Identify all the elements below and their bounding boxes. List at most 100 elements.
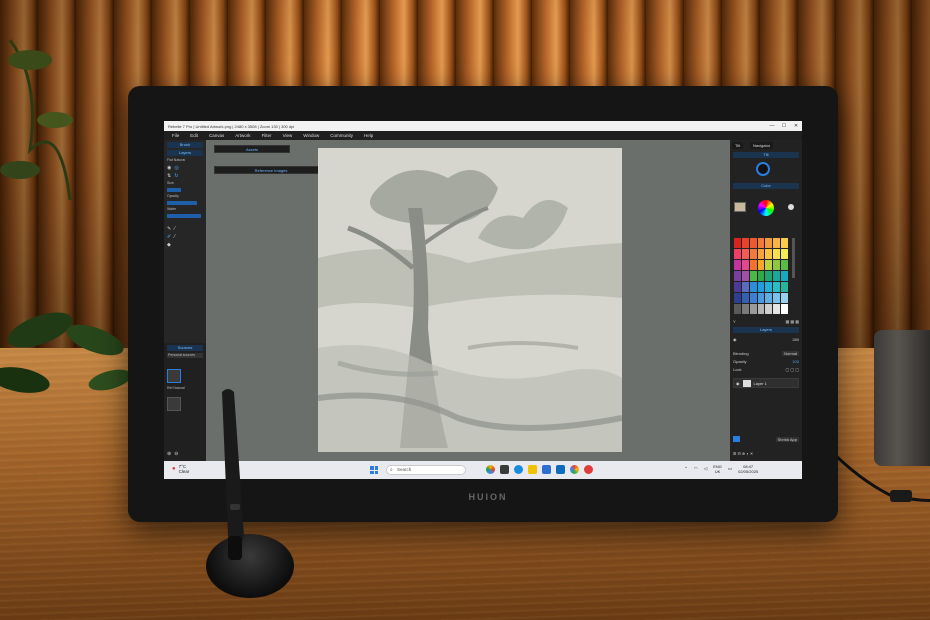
tab-sources[interactable]: Sources — [167, 345, 203, 351]
palette-swatch[interactable] — [773, 249, 781, 259]
blending-select[interactable]: Normal — [782, 350, 799, 356]
swap-icon[interactable]: ⇅ — [167, 173, 171, 179]
palette-swatch[interactable] — [749, 271, 757, 281]
reference-images-panel[interactable]: Reference Images — [214, 166, 328, 174]
palette-swatch[interactable] — [757, 271, 765, 281]
palette-swatch[interactable] — [781, 260, 788, 270]
tab-tilt[interactable]: Tilt — [732, 142, 744, 149]
close-button[interactable]: ✕ — [790, 123, 802, 129]
paint-tool-icon[interactable]: ✐ — [167, 234, 171, 240]
lock-icons[interactable]: ▢ ▢ ▢ — [785, 367, 799, 372]
menu-help[interactable]: Help — [364, 133, 373, 138]
brush-icon[interactable]: ⁄ — [174, 226, 175, 232]
palette-swatch[interactable] — [749, 260, 757, 270]
layer-row[interactable]: ◉ Layer 1 — [733, 378, 799, 388]
palette-swatch[interactable] — [749, 304, 757, 314]
palette-swatch[interactable] — [749, 238, 757, 248]
tab-brush[interactable]: Brush — [167, 142, 203, 148]
palette-swatch[interactable] — [741, 249, 749, 259]
eye-icon[interactable]: ◉ — [167, 165, 171, 171]
palette-swatch[interactable] — [773, 293, 781, 303]
assets-panel[interactable]: Assets — [214, 145, 290, 153]
rebelle-icon[interactable] — [584, 465, 593, 474]
palette-swatch[interactable] — [773, 238, 781, 248]
palette-swatch[interactable] — [749, 282, 757, 292]
palette-swatch[interactable] — [765, 282, 773, 292]
artwork-paper[interactable] — [317, 148, 623, 452]
canvas-area[interactable]: Assets Reference Images — [206, 140, 730, 461]
palette-swatch[interactable] — [765, 249, 773, 259]
layer-actions-icons[interactable]: ⊞ ⊟ ⊕ ◐ ✕ — [733, 451, 753, 456]
source-thumbnail-2[interactable] — [167, 397, 181, 411]
palette-swatch[interactable] — [734, 282, 741, 292]
language-indicator[interactable]: ENG UK — [713, 464, 722, 474]
eraser-icon[interactable]: ◆ — [167, 242, 171, 248]
brush-preset-label[interactable]: Flat Natural — [167, 158, 203, 163]
tilt-indicator[interactable] — [756, 162, 770, 176]
palette-swatch[interactable] — [734, 260, 741, 270]
menu-view[interactable]: View — [283, 133, 293, 138]
color-wheel[interactable] — [758, 200, 774, 216]
menu-edit[interactable]: Edit — [190, 133, 198, 138]
palette-swatch[interactable] — [757, 260, 765, 270]
windows-start-icon[interactable] — [370, 466, 378, 474]
palette-swatch[interactable] — [734, 304, 741, 314]
palette-swatch[interactable] — [757, 293, 765, 303]
wifi-icon[interactable]: ◠ — [694, 466, 698, 472]
palette-swatch[interactable] — [741, 293, 749, 303]
volume-icon[interactable]: ◁ — [704, 466, 707, 472]
water-slider[interactable] — [167, 214, 201, 218]
layer-opacity-value[interactable]: 100 — [792, 359, 799, 364]
menu-community[interactable]: Community — [330, 133, 353, 138]
palette-swatch[interactable] — [734, 293, 741, 303]
rotate-icon[interactable]: ↻ — [174, 173, 178, 179]
eyedropper-icon[interactable]: Y — [733, 319, 736, 324]
weather-widget[interactable]: ● 7°C Clear — [172, 464, 189, 474]
network-icon[interactable]: ▭ — [728, 466, 732, 472]
menu-window[interactable]: Window — [303, 133, 319, 138]
palette-swatch[interactable] — [781, 304, 788, 314]
layer-zoom-value[interactable]: 280 — [792, 337, 799, 342]
palette-swatch[interactable] — [781, 293, 788, 303]
palette-swatch[interactable] — [734, 238, 741, 248]
palette-options-icon[interactable]: ▦ ▦ ▦ — [785, 319, 799, 324]
palette-swatch[interactable] — [773, 271, 781, 281]
source-thumbnail[interactable] — [167, 369, 181, 383]
brush-settings-icon[interactable]: ◎ — [174, 165, 178, 171]
palette-swatch[interactable] — [741, 282, 749, 292]
palette-swatch[interactable] — [781, 238, 788, 248]
palette-swatch[interactable] — [765, 304, 773, 314]
palette-swatch[interactable] — [741, 260, 749, 270]
mail-icon[interactable] — [556, 465, 565, 474]
app-icon-1[interactable] — [486, 465, 495, 474]
palette-swatch[interactable] — [757, 304, 765, 314]
palette-swatch[interactable] — [773, 282, 781, 292]
palette-swatch[interactable] — [734, 249, 741, 259]
palette-swatch[interactable] — [773, 304, 781, 314]
store-icon[interactable] — [542, 465, 551, 474]
palette-swatch[interactable] — [781, 271, 788, 281]
palette-swatch[interactable] — [781, 282, 788, 292]
menu-filter[interactable]: Filter — [262, 133, 272, 138]
remove-source-icon[interactable]: ⊖ — [174, 451, 178, 457]
palette-swatch[interactable] — [781, 249, 788, 259]
menu-artwork[interactable]: Artwork — [235, 133, 250, 138]
tray-chevron-icon[interactable]: ⌃ — [684, 466, 688, 472]
layer-visibility-icon[interactable]: ◉ — [733, 337, 737, 342]
shrink-app-button[interactable]: Shrink App — [775, 436, 799, 442]
chrome-icon[interactable] — [570, 465, 579, 474]
new-layer-icon[interactable] — [733, 436, 740, 442]
palette-swatch[interactable] — [749, 249, 757, 259]
palette-swatch[interactable] — [757, 238, 765, 248]
palette-swatch[interactable] — [741, 271, 749, 281]
palette-swatch[interactable] — [765, 260, 773, 270]
white-swatch[interactable] — [788, 204, 794, 210]
add-source-icon[interactable]: ⊕ — [167, 451, 171, 457]
palette-swatch[interactable] — [765, 271, 773, 281]
layer-visibility-toggle-icon[interactable]: ◉ — [736, 381, 740, 386]
pencil-icon[interactable]: ✎ — [167, 226, 171, 232]
smudge-icon[interactable]: ⁄ — [174, 234, 175, 240]
taskbar-search-input[interactable]: Search — [386, 465, 466, 475]
tab-layers-left[interactable]: Layers — [167, 150, 203, 156]
palette-swatch[interactable] — [741, 238, 749, 248]
